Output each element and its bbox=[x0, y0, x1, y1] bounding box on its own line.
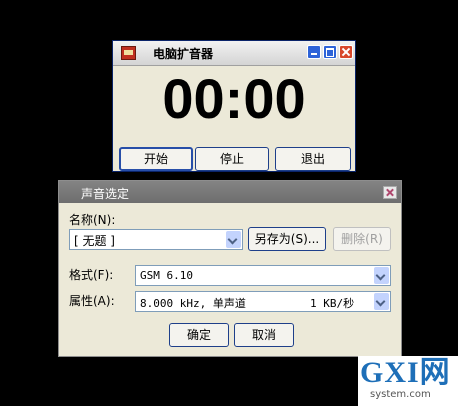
start-button[interactable]: 开始 bbox=[119, 147, 193, 171]
watermark-domain: system.com bbox=[370, 389, 431, 400]
name-label: 名称(N): bbox=[69, 213, 116, 227]
stop-button[interactable]: 停止 bbox=[195, 147, 269, 171]
minimize-icon[interactable] bbox=[307, 45, 321, 59]
format-combobox[interactable]: GSM 6.10 bbox=[135, 265, 391, 286]
recorder-window: 电脑扩音器 00:00 开始 停止 退出 bbox=[112, 40, 356, 172]
dialog-titlebar[interactable]: 声音选定 bbox=[59, 181, 401, 203]
maximize-icon[interactable] bbox=[323, 45, 337, 59]
format-value: GSM 6.10 bbox=[140, 269, 193, 282]
sound-select-dialog: 声音选定 名称(N): [ 无题 ] 另存为(S)... 删除(R) 格式(F)… bbox=[58, 180, 402, 357]
chevron-down-icon[interactable] bbox=[374, 293, 389, 310]
save-as-button[interactable]: 另存为(S)... bbox=[248, 227, 326, 251]
dialog-title: 声音选定 bbox=[81, 187, 130, 201]
attributes-combobox[interactable]: 8.000 kHz, 单声道 1 KB/秒 bbox=[135, 291, 391, 312]
delete-button[interactable]: 删除(R) bbox=[333, 227, 391, 251]
attributes-rate: 1 KB/秒 bbox=[310, 297, 355, 310]
window-title: 电脑扩音器 bbox=[153, 47, 214, 61]
attributes-value: 8.000 kHz, 单声道 bbox=[140, 297, 246, 310]
close-icon[interactable] bbox=[383, 186, 397, 199]
watermark: GXI网 system.com bbox=[358, 356, 458, 406]
watermark-logo: GXI网 bbox=[360, 356, 451, 389]
cancel-button[interactable]: 取消 bbox=[234, 323, 294, 347]
format-label: 格式(F): bbox=[69, 268, 114, 282]
app-icon bbox=[121, 46, 136, 60]
chevron-down-icon[interactable] bbox=[226, 231, 241, 248]
attributes-label: 属性(A): bbox=[69, 294, 115, 308]
close-icon[interactable] bbox=[339, 45, 353, 59]
name-combobox[interactable]: [ 无题 ] bbox=[69, 229, 243, 250]
ok-button[interactable]: 确定 bbox=[169, 323, 229, 347]
recorder-titlebar[interactable]: 电脑扩音器 bbox=[113, 41, 355, 66]
timer-display: 00:00 bbox=[162, 67, 306, 130]
exit-button[interactable]: 退出 bbox=[275, 147, 351, 171]
name-value: [ 无题 ] bbox=[74, 234, 115, 248]
chevron-down-icon[interactable] bbox=[374, 267, 389, 284]
